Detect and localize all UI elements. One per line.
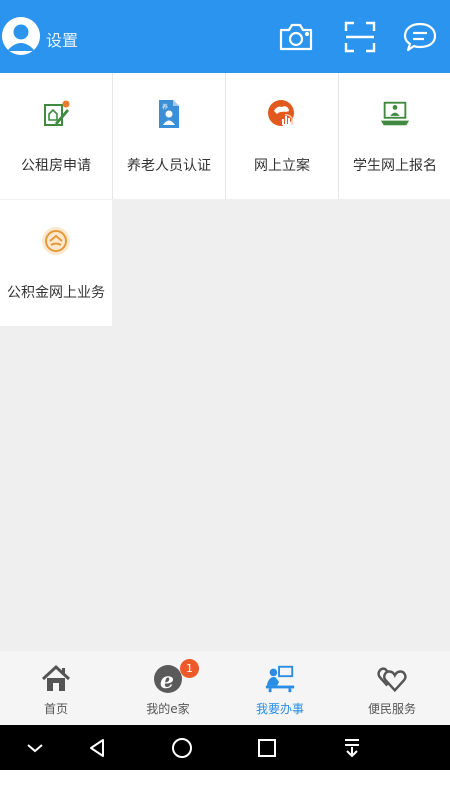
tab-home[interactable]: 首页 xyxy=(0,651,112,725)
service-desk-icon xyxy=(264,663,296,695)
camera-icon[interactable] xyxy=(276,19,316,55)
tab-label: 我要办事 xyxy=(255,702,304,716)
housing-application-icon xyxy=(40,97,72,131)
scan-icon[interactable] xyxy=(340,19,380,55)
housing-fund-icon xyxy=(40,224,72,258)
service-item-student[interactable]: 学生网上报名 xyxy=(339,73,450,199)
recents-icon[interactable] xyxy=(247,725,287,770)
system-nav-bar xyxy=(0,725,450,770)
student-registration-icon xyxy=(379,97,411,131)
message-icon[interactable] xyxy=(400,19,440,55)
divider xyxy=(225,73,226,199)
tab-convenience[interactable]: 便民服务 xyxy=(336,651,448,725)
tab-my-ehome[interactable]: e 我的e家 xyxy=(112,651,224,725)
collapse-icon[interactable] xyxy=(15,725,55,770)
service-label: 公积金网上业务 xyxy=(7,285,105,301)
divider xyxy=(338,73,339,199)
notification-down-icon[interactable] xyxy=(332,725,372,770)
tab-label: 便民服务 xyxy=(367,702,416,716)
svg-text:养: 养 xyxy=(162,103,168,111)
service-label: 学生网上报名 xyxy=(353,158,437,174)
pension-verification-icon: 养 xyxy=(153,97,185,131)
back-icon[interactable] xyxy=(77,725,117,770)
bottom-strip xyxy=(0,770,450,800)
notification-badge: 1 xyxy=(180,659,199,678)
home-icon xyxy=(40,663,72,695)
tab-label: 首页 xyxy=(43,702,68,716)
online-filing-icon xyxy=(266,97,298,131)
settings-link[interactable]: 设置 xyxy=(46,27,78,51)
app-header: 设置 xyxy=(0,0,450,73)
service-item-filing[interactable]: 网上立案 xyxy=(226,73,338,199)
service-label: 养老人员认证 xyxy=(127,158,211,174)
home-circle-icon[interactable] xyxy=(162,725,202,770)
convenience-icon xyxy=(376,663,408,695)
service-label: 网上立案 xyxy=(254,158,310,174)
tab-label: 我的e家 xyxy=(146,702,190,716)
service-item-pension[interactable]: 养 养老人员认证 xyxy=(113,73,225,199)
svg-text:e: e xyxy=(160,668,174,694)
service-item-housing[interactable]: 公租房申请 xyxy=(0,73,112,199)
tab-service-desk[interactable]: 我要办事 xyxy=(224,651,336,725)
avatar-icon[interactable] xyxy=(2,17,40,55)
service-label: 公租房申请 xyxy=(21,158,91,174)
service-item-housing-fund[interactable]: 公积金网上业务 xyxy=(0,200,112,326)
tab-bar: 首页 e 我的e家 我要办事 便民服务 xyxy=(0,651,450,725)
divider xyxy=(112,73,113,199)
